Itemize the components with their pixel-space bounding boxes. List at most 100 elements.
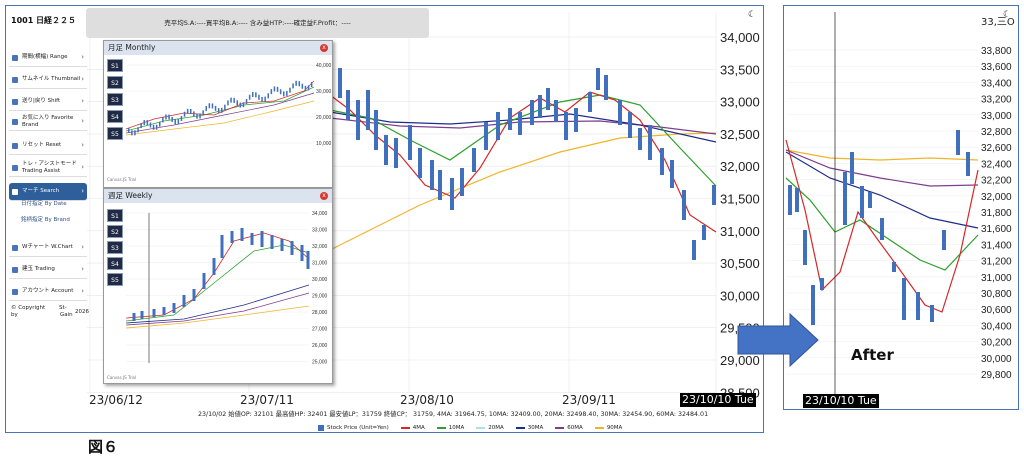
candle <box>270 235 274 249</box>
candle <box>803 230 807 265</box>
ohlc-info: 23/10/02 始値OP: 32101 最高値HP: 32401 最安値LP：… <box>198 411 709 418</box>
candle <box>146 120 149 126</box>
moving-average-line <box>329 117 717 135</box>
after-y-tick-label: 33,600 <box>981 62 1012 73</box>
candle <box>366 90 370 130</box>
sidebar-item-8[interactable]: 建玉 Trading › <box>9 261 87 279</box>
y-tick-label: 31,500 <box>720 192 760 207</box>
candle <box>554 100 558 122</box>
candle <box>227 100 229 106</box>
candle <box>152 124 155 130</box>
candle <box>868 192 872 208</box>
chevron-right-icon: › <box>81 75 84 84</box>
candle <box>460 168 464 196</box>
candle <box>306 251 310 269</box>
sidebar-item-7[interactable]: Wチャート W.Chart › <box>9 239 87 257</box>
after-y-tick-label: 32,400 <box>981 159 1012 170</box>
close-icon[interactable]: x <box>320 192 328 200</box>
sub-item-by-brand[interactable]: 銘柄指定 By Brand <box>21 215 70 223</box>
legend-label: 30MA <box>527 425 544 431</box>
candle <box>295 80 297 86</box>
weekly-y-tick: 31,000 <box>312 261 328 267</box>
candle <box>132 313 136 321</box>
candle <box>267 93 269 99</box>
weekly-footer: Canvas.JS Trial <box>107 375 137 380</box>
monthly-footer: Canvas.JS Trial <box>107 177 137 182</box>
after-y-tick-label: 29,800 <box>981 370 1012 381</box>
chevron-right-icon: › <box>81 265 84 274</box>
candle <box>255 92 257 98</box>
sidebar-item-label: お気に入り Favorite Brand <box>22 115 79 128</box>
candle <box>384 135 388 165</box>
candle <box>450 178 454 210</box>
after-y-tick-label: 30,000 <box>981 354 1012 365</box>
candle <box>280 239 284 251</box>
candle <box>300 245 304 261</box>
chart-legend: Stock Price (Unit=Yen) 4MA 10MA 20MA 30MA 60M… <box>318 425 622 431</box>
chevron-right-icon: › <box>81 141 84 150</box>
legend-label: 90MA <box>606 425 623 431</box>
candle <box>880 218 884 240</box>
chevron-right-icon: › <box>81 243 84 252</box>
candle <box>214 105 217 111</box>
candle <box>820 278 824 290</box>
candle <box>128 128 130 133</box>
sidebar-item-5[interactable]: トレ・アシストモード Trading Assist › <box>9 159 87 177</box>
candle <box>596 68 600 90</box>
candle <box>131 130 133 136</box>
candle <box>264 96 266 102</box>
candle <box>408 125 412 160</box>
candle <box>307 85 310 91</box>
star-icon <box>12 118 18 125</box>
candle <box>942 230 946 250</box>
thumbnail-icon <box>12 76 18 83</box>
legend-item: 4MA <box>400 425 425 431</box>
after-label: After <box>851 346 894 364</box>
sidebar-item-2[interactable]: 送り|戻り Shift › <box>9 93 87 111</box>
candle <box>202 273 206 289</box>
candle <box>174 119 176 125</box>
candle <box>192 289 196 301</box>
copyright: © Copyright by St- Gain 2026 <box>11 305 89 318</box>
sidebar-item-1[interactable]: サムネイル Thumbnail › <box>9 71 87 89</box>
x-tick-label: 23/07/11 <box>240 393 294 407</box>
moving-average-line <box>785 149 979 161</box>
candle <box>134 130 136 136</box>
search-icon <box>12 188 18 195</box>
candle <box>956 130 960 155</box>
legend-label: 4MA <box>412 425 425 431</box>
sidebar-item-3[interactable]: お気に入り Favorite Brand › <box>9 113 87 131</box>
after-y-tick-label: 30,800 <box>981 289 1012 300</box>
candle <box>252 92 254 98</box>
candle <box>902 278 906 320</box>
candle <box>183 111 186 117</box>
reset-icon <box>12 142 18 149</box>
y-tick-label: 33,500 <box>720 62 760 77</box>
candle <box>149 122 152 128</box>
candle <box>292 83 294 89</box>
candle <box>843 172 847 225</box>
sidebar-item-9[interactable]: アカウント Account › <box>9 283 87 301</box>
sidebar-item-0[interactable]: 期間(横幅) Range › <box>9 49 87 67</box>
candle <box>860 186 864 218</box>
close-icon[interactable]: x <box>320 44 328 52</box>
moon-icon[interactable]: ☾ <box>748 10 756 20</box>
sub-item-by-date[interactable]: 日付指定 By Date <box>21 199 67 207</box>
monthly-header: 月足 Monthly x <box>104 41 332 55</box>
weekly-y-tick: 33,000 <box>312 228 328 234</box>
candle <box>692 240 696 260</box>
sidebar-item-label: アカウント Account <box>22 288 74 295</box>
chevron-right-icon: › <box>81 187 84 196</box>
candle <box>702 225 706 240</box>
candle <box>811 285 815 325</box>
sidebar-item-4[interactable]: リセット Reset › <box>9 137 87 155</box>
candle <box>211 103 214 109</box>
monthly-y-tick: 20,000 <box>316 115 332 121</box>
candle <box>310 82 313 88</box>
candle <box>304 85 307 91</box>
candle <box>212 258 216 275</box>
y-tick-label: 30,000 <box>720 288 760 303</box>
sidebar-item-label: トレ・アシストモード Trading Assist <box>22 161 77 174</box>
sidebar-item-label: マーチ Search <box>22 188 60 195</box>
candle <box>430 160 434 190</box>
